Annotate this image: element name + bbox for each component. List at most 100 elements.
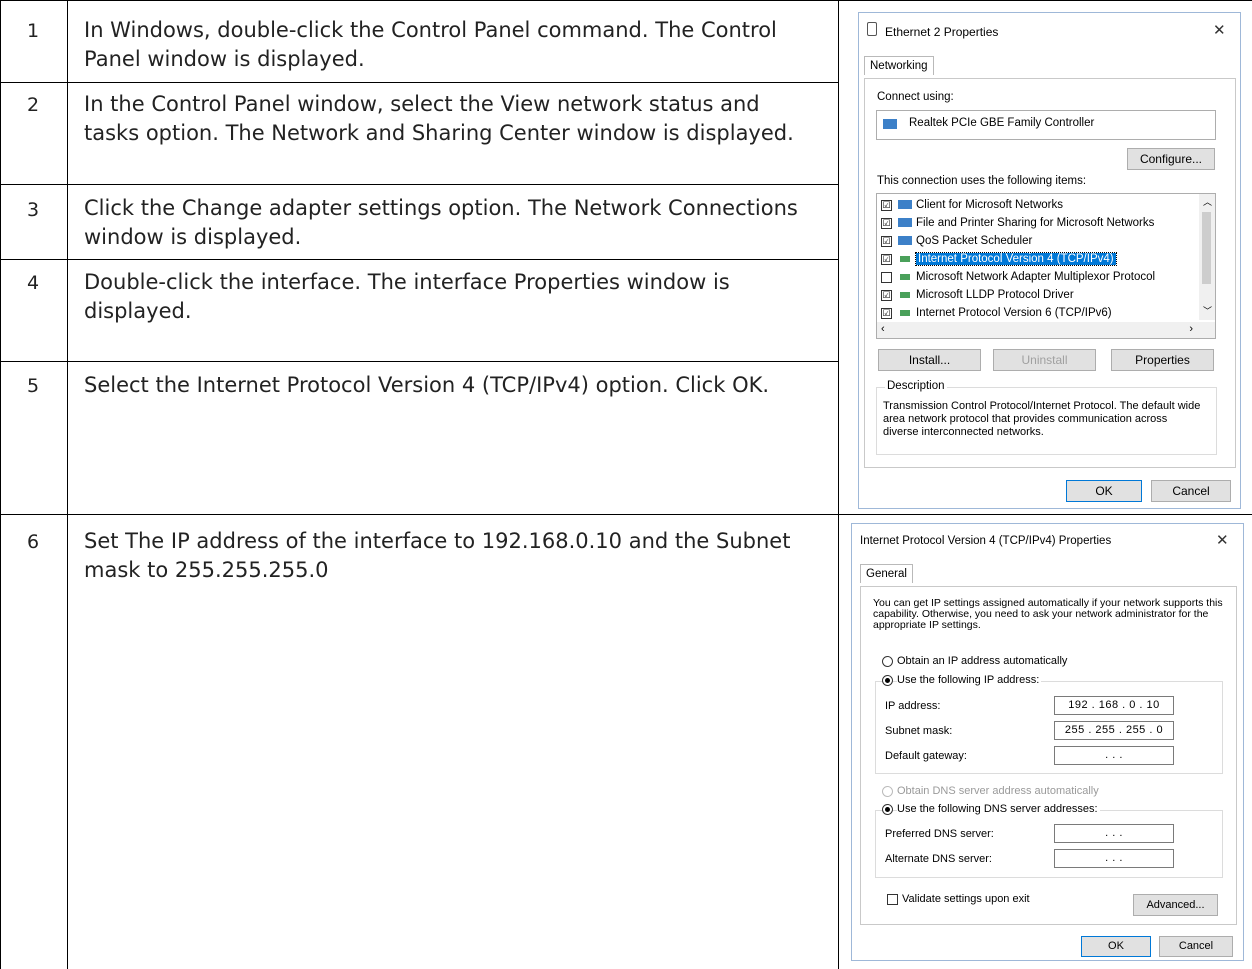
advanced-button[interactable]: Advanced... [1133,894,1218,916]
close-icon[interactable]: ✕ [1216,531,1229,549]
subnet-mask-field[interactable]: 255 . 255 . 255 . 0 [1054,721,1174,740]
default-gateway-label: Default gateway: [885,750,967,762]
ethernet-properties-dialog: Ethernet 2 Properties ✕ Networking Conne… [858,12,1241,509]
step-text: In the Control Panel window, select the … [84,92,794,145]
properties-label: Properties [1135,353,1190,367]
scroll-down-icon[interactable]: ﹀ [1203,304,1212,317]
close-icon[interactable]: ✕ [1213,21,1226,39]
tab-general[interactable]: General [860,564,913,583]
item-label: Internet Protocol Version 6 (TCP/IPv6) [916,307,1112,319]
step-text: In Windows, double-click the Control Pan… [84,18,777,71]
item-label: QoS Packet Scheduler [916,235,1033,247]
list-item[interactable]: ☑ Microsoft LLDP Protocol Driver [881,286,1074,304]
qos-icon [898,236,912,246]
item-label: Microsoft Network Adapter Multiplexor Pr… [916,271,1156,283]
properties-button[interactable]: Properties [1111,349,1214,371]
uninstall-label: Uninstall [1021,353,1068,367]
step-number: 5 [27,375,40,397]
dialog-title: Internet Protocol Version 4 (TCP/IPv4) P… [860,535,1112,547]
adapter-icon [883,119,897,129]
configure-label: Configure... [1139,152,1203,166]
list-item[interactable]: ☑ QoS Packet Scheduler [881,232,1032,250]
protocol-icon [898,254,912,264]
preferred-dns-field[interactable]: . . . [1054,824,1174,843]
table-row-divider [0,259,838,260]
validate-checkbox[interactable] [887,894,898,905]
use-dns-label: Use the following DNS server addresses: [897,803,1100,815]
install-button[interactable]: Install... [878,349,981,371]
networking-panel: Connect using: Realtek PCIe GBE Family C… [864,78,1236,468]
step-number: 1 [27,20,40,42]
table-column-divider [838,0,839,969]
cancel-button[interactable]: Cancel [1151,480,1231,502]
description-group: Description Transmission Control Protoco… [876,380,1217,455]
default-gateway-field[interactable]: . . . [1054,746,1174,765]
vertical-scrollbar[interactable]: ︿ ﹀ [1199,194,1215,320]
item-label: Client for Microsoft Networks [916,199,1063,211]
tab-networking[interactable]: Networking [864,56,934,75]
items-list[interactable]: ☑ Client for Microsoft Networks ☑ File and… [876,193,1216,339]
list-item[interactable]: Microsoft Network Adapter Multiplexor Pr… [881,268,1155,286]
table-row-divider [0,184,838,185]
list-item[interactable]: ☑ File and Printer Sharing for Microsoft … [881,214,1154,232]
ok-button[interactable]: OK [1066,480,1142,502]
checkbox[interactable]: ☑ [881,217,892,229]
checkbox[interactable]: ☑ [881,307,892,319]
protocol-icon [898,290,912,300]
ok-label: OK [1095,484,1113,498]
ip-address-field[interactable]: 192 . 168 . 0 . 10 [1054,696,1174,715]
step-number: 3 [27,199,40,221]
scroll-thumb[interactable] [1202,212,1211,284]
intro-text: You can get IP settings assigned automat… [873,597,1223,631]
uninstall-button[interactable]: Uninstall [993,349,1096,371]
scroll-up-icon[interactable]: ︿ [1203,195,1212,208]
ip-address-label: IP address: [885,700,941,712]
step-number: 2 [27,94,40,116]
checkbox[interactable]: ☑ [881,289,892,301]
advanced-label: Advanced... [1146,899,1205,911]
list-item[interactable]: ☑ Internet Protocol Version 6 (TCP/IPv6) [881,304,1112,322]
cancel-button[interactable]: Cancel [1159,936,1233,957]
checkbox[interactable]: ☑ [881,235,892,247]
table-column-divider [67,0,68,969]
table-row-divider [0,82,838,83]
auto-dns-radio[interactable] [882,786,893,797]
preferred-dns-label: Preferred DNS server: [885,828,994,840]
table-border-top [0,0,1252,1]
table-row-divider [0,514,1252,515]
horizontal-scrollbar[interactable]: ‹ › [877,322,1215,338]
general-panel: You can get IP settings assigned automat… [860,586,1237,925]
checkbox[interactable] [881,271,892,283]
protocol-icon [898,308,912,318]
step-text: Double-click the interface. The interfac… [84,270,730,323]
checkbox[interactable]: ☑ [881,253,892,265]
description-text: Transmission Control Protocol/Internet P… [883,400,1201,438]
scroll-left-icon[interactable]: ‹ [881,323,885,335]
cancel-label: Cancel [1172,484,1210,498]
step-number: 4 [27,272,40,294]
install-label: Install... [908,353,951,367]
auto-ip-radio[interactable] [882,656,893,667]
adapter-name: Realtek PCIe GBE Family Controller [909,117,1095,129]
list-item-selected[interactable]: ☑ Internet Protocol Version 4 (TCP/IPv4) [881,250,1117,268]
step-text: Select the Internet Protocol Version 4 (… [84,373,770,397]
items-label: This connection uses the following items… [877,175,1087,187]
auto-ip-label: Obtain an IP address automatically [897,655,1068,667]
alternate-dns-label: Alternate DNS server: [885,853,992,865]
use-dns-radio[interactable] [882,804,893,815]
ok-button[interactable]: OK [1081,936,1151,957]
subnet-mask-label: Subnet mask: [885,725,953,737]
configure-button[interactable]: Configure... [1127,148,1215,170]
item-label: Microsoft LLDP Protocol Driver [916,289,1074,301]
validate-label: Validate settings upon exit [902,893,1030,905]
cancel-label: Cancel [1178,940,1214,952]
list-item[interactable]: ☑ Client for Microsoft Networks [881,196,1063,214]
checkbox[interactable]: ☑ [881,199,892,211]
item-label: File and Printer Sharing for Microsoft N… [916,217,1155,229]
connect-using-label: Connect using: [877,91,954,103]
table-border-left [0,0,1,969]
alternate-dns-field[interactable]: . . . [1054,849,1174,868]
use-ip-radio[interactable] [882,675,893,686]
scroll-right-icon[interactable]: › [1189,323,1193,335]
ipv4-properties-dialog: Internet Protocol Version 4 (TCP/IPv4) P… [851,523,1244,961]
